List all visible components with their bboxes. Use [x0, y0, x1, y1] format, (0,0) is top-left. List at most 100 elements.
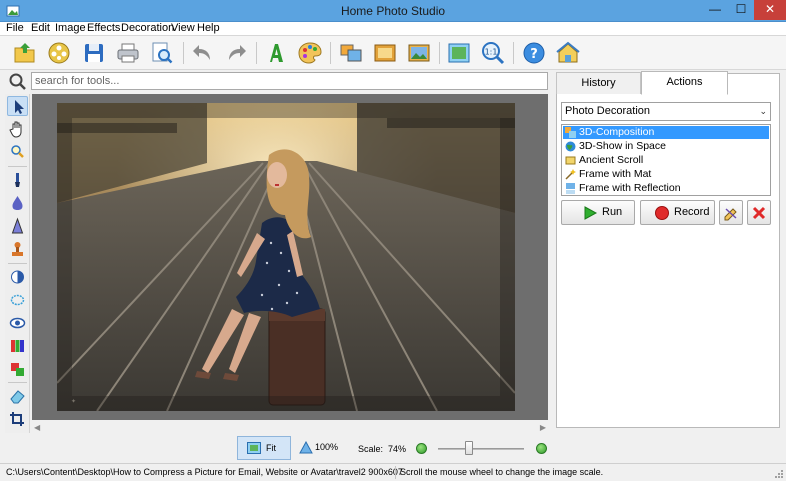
- drop-icon[interactable]: [7, 193, 28, 213]
- hundred-percent-label: 100%: [315, 442, 339, 452]
- photo-icon[interactable]: [405, 39, 433, 67]
- pointer-arrow-icon[interactable]: [7, 96, 28, 116]
- close-button[interactable]: ✕: [754, 0, 786, 20]
- minimize-button[interactable]: —: [702, 0, 728, 20]
- zoom-bar: Fit 100% Scale: 74%: [0, 434, 786, 462]
- menu-bar: File Edit Image Effects Decoration View …: [0, 22, 786, 36]
- menu-image[interactable]: Image: [55, 22, 86, 35]
- play-icon: [584, 206, 598, 220]
- scroll-icon: [565, 156, 576, 165]
- film-reel-icon[interactable]: [45, 39, 73, 67]
- home-icon[interactable]: [554, 39, 582, 67]
- action-category-value: Photo Decoration: [565, 105, 650, 117]
- run-label: Run: [602, 206, 623, 218]
- brush-icon[interactable]: [7, 170, 28, 190]
- menu-effects[interactable]: Effects: [87, 22, 120, 35]
- scroll-left-icon[interactable]: ◀: [34, 422, 40, 433]
- resize-grip-icon[interactable]: [774, 469, 784, 479]
- record-label: Record: [674, 206, 710, 218]
- actual-size-icon[interactable]: 1:1: [479, 39, 507, 67]
- ellipse-select-icon[interactable]: [7, 290, 28, 310]
- menu-help[interactable]: Help: [197, 22, 220, 35]
- fit-button[interactable]: Fit: [237, 436, 291, 460]
- list-item-label: 3D-Composition: [579, 126, 655, 138]
- status-separator: [395, 466, 396, 479]
- reflection-icon: [566, 183, 575, 194]
- record-button[interactable]: Record: [640, 200, 715, 225]
- menu-view[interactable]: View: [171, 22, 195, 35]
- search-input[interactable]: [31, 72, 548, 90]
- scroll-right-icon[interactable]: ▶: [540, 422, 546, 433]
- scale-value: 74%: [388, 444, 407, 454]
- zoom-slider-track[interactable]: [438, 448, 524, 450]
- actual-size-button[interactable]: 100%: [297, 436, 345, 460]
- open-folder-icon[interactable]: [11, 39, 39, 67]
- toolbar-separator: [256, 42, 257, 64]
- list-item-frame-with-mat[interactable]: Frame with Mat: [563, 168, 769, 181]
- chevron-down-icon: ⌄: [759, 106, 767, 116]
- text-icon[interactable]: [262, 39, 290, 67]
- globe-icon: [565, 141, 576, 152]
- zoom-slider-thumb[interactable]: [465, 441, 474, 455]
- list-item-3d-show[interactable]: 3D-Show in Space: [563, 140, 769, 153]
- menu-edit[interactable]: Edit: [31, 22, 50, 35]
- run-button[interactable]: Run: [561, 200, 635, 225]
- collage-icon[interactable]: [337, 39, 365, 67]
- list-item-label: Frame with Reflection: [579, 182, 681, 194]
- zoom-in-icon[interactable]: [536, 443, 547, 454]
- image-canvas[interactable]: ✦: [32, 94, 548, 420]
- scale-label: Scale:: [358, 444, 384, 454]
- left-toolbar: [5, 94, 30, 433]
- cone-icon[interactable]: [7, 216, 28, 236]
- tab-history[interactable]: History: [556, 72, 641, 94]
- palette-icon[interactable]: [296, 39, 324, 67]
- edit-action-icon: [724, 208, 737, 221]
- contrast-icon[interactable]: [7, 267, 28, 287]
- maximize-button[interactable]: ☐: [728, 0, 754, 20]
- list-item-3d-composition[interactable]: 3D-Composition: [563, 126, 769, 139]
- photo-preview[interactable]: ✦: [57, 103, 515, 411]
- window-title: Home Photo Studio: [340, 4, 446, 18]
- tool-separator: [8, 166, 27, 167]
- title-bar: Home Photo Studio — ☐ ✕: [0, 0, 786, 22]
- tool-separator: [8, 382, 27, 383]
- help-icon[interactable]: ?: [520, 39, 548, 67]
- delete-action-button[interactable]: [747, 200, 771, 225]
- crop-icon[interactable]: [7, 409, 28, 429]
- toolbar: 1:1 ?: [0, 36, 786, 70]
- hand-pan-icon[interactable]: [7, 119, 28, 139]
- menu-decoration[interactable]: Decoration: [121, 22, 174, 35]
- zoom-icon[interactable]: [7, 142, 28, 162]
- svg-text:?: ?: [530, 47, 538, 62]
- eye-icon[interactable]: [7, 313, 28, 333]
- edit-action-button[interactable]: [719, 200, 743, 225]
- list-item-ancient-scroll[interactable]: Ancient Scroll: [563, 154, 769, 167]
- save-disk-icon[interactable]: [80, 39, 108, 67]
- actual-size-small-icon: [299, 441, 313, 454]
- printer-icon[interactable]: [114, 39, 142, 67]
- action-category-select[interactable]: Photo Decoration ⌄: [561, 102, 771, 121]
- frame-icon[interactable]: [371, 39, 399, 67]
- wand-icon: [565, 169, 576, 180]
- undo-icon[interactable]: [189, 39, 217, 67]
- list-item-label: 3D-Show in Space: [579, 140, 666, 152]
- record-icon: [655, 206, 669, 220]
- list-item-frame-with-reflection[interactable]: Frame with Reflection: [563, 182, 769, 195]
- actions-list[interactable]: 3D-Composition 3D-Show in Space Ancient …: [561, 124, 771, 196]
- file-path: C:\Users\Content\Desktop\How to Compress…: [6, 467, 403, 477]
- color-balance-icon[interactable]: [7, 336, 28, 356]
- panel-tabs: History Actions: [556, 71, 780, 95]
- scan-preview-icon[interactable]: [148, 39, 176, 67]
- svg-text:1:1: 1:1: [485, 48, 498, 57]
- redo-icon[interactable]: [222, 39, 250, 67]
- eraser-icon[interactable]: [7, 386, 28, 406]
- zoom-out-icon[interactable]: [416, 443, 427, 454]
- layers-icon[interactable]: [7, 359, 28, 379]
- fit-to-window-icon[interactable]: [445, 39, 473, 67]
- tab-actions[interactable]: Actions: [641, 71, 728, 95]
- composition-icon: [565, 127, 576, 138]
- horizontal-scrollbar[interactable]: ◀ ▶: [32, 422, 548, 433]
- menu-file[interactable]: File: [6, 22, 24, 35]
- stamp-icon[interactable]: [7, 239, 28, 259]
- fit-icon: [247, 442, 261, 454]
